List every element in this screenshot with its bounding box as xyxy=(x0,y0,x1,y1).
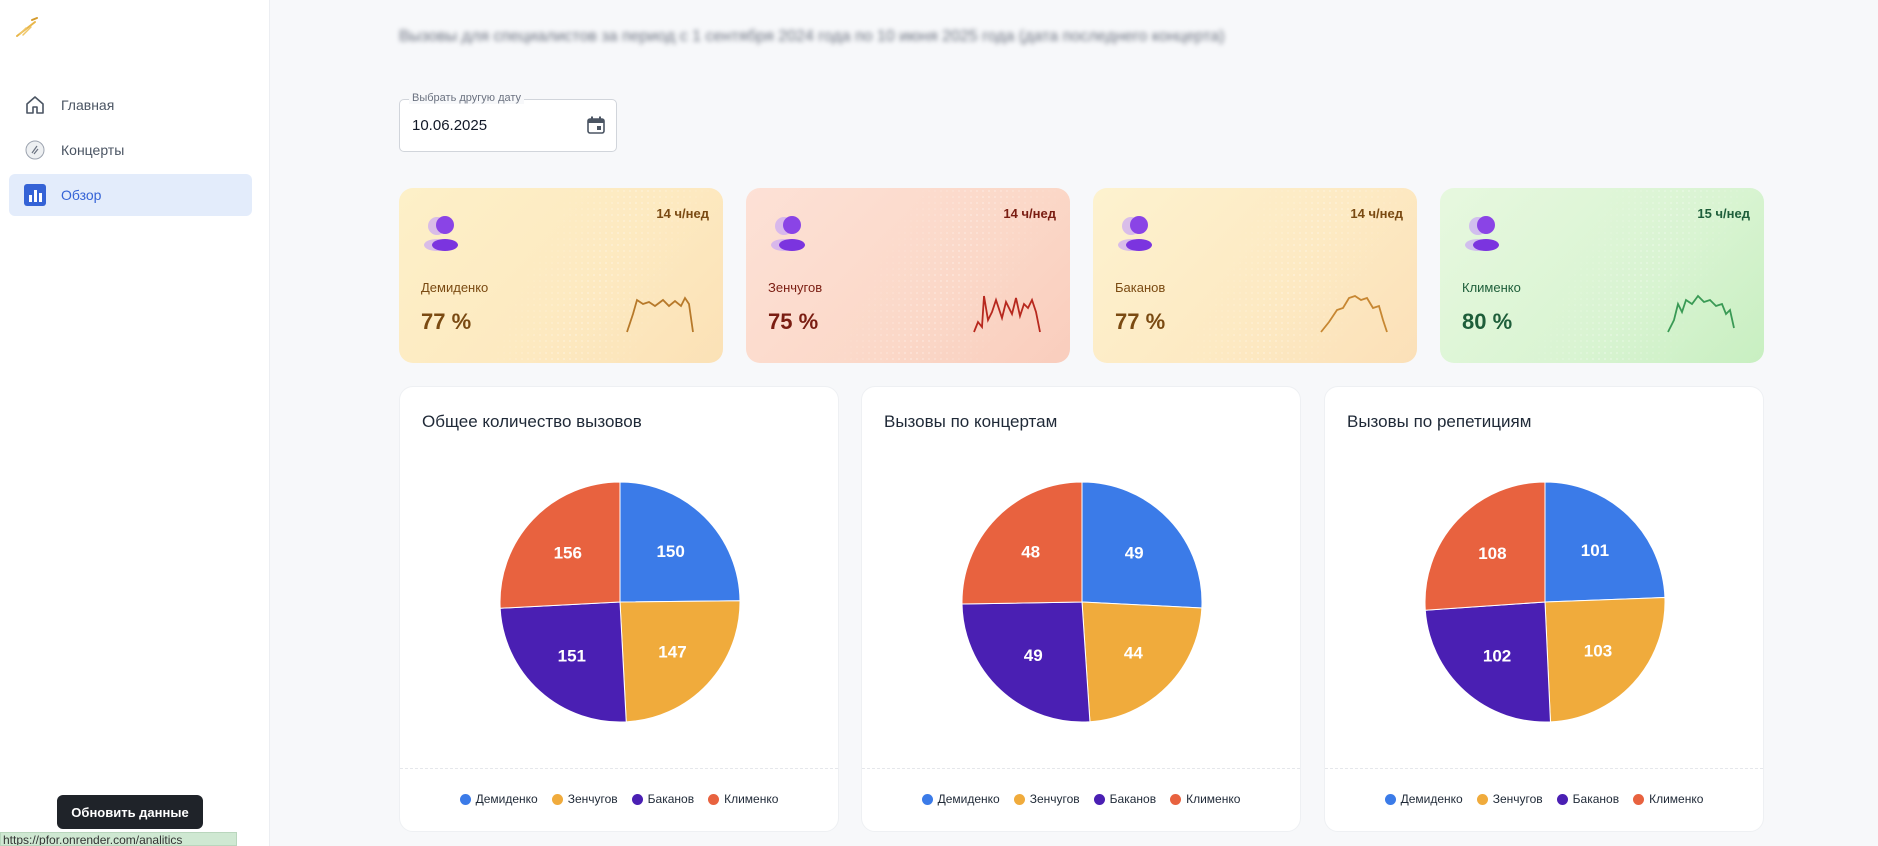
pie-slice-label: 48 xyxy=(1021,543,1040,562)
chart-legend: Демиденко Зенчугов Баканов Клименко xyxy=(400,792,838,806)
status-bar-url: https://pfor.onrender.com/analitics xyxy=(0,832,237,846)
legend-item[interactable]: Клименко xyxy=(1633,792,1703,806)
stat-value: 75 % xyxy=(768,309,819,334)
stat-hours: 14 ч/нед xyxy=(656,206,709,221)
pie-slice-label: 156 xyxy=(554,543,582,562)
legend-item[interactable]: Баканов xyxy=(631,792,694,806)
pie-chart: 49 44 49 48 xyxy=(961,481,1203,723)
pie-slice-label: 101 xyxy=(1581,541,1609,560)
chart-card-rehearsals: Вызовы по репетициям 101 103 102 108 Демиде… xyxy=(1324,386,1764,832)
stat-name: Клименко xyxy=(1462,280,1521,295)
bar-chart-icon xyxy=(23,183,47,207)
date-picker[interactable]: Выбрать другую дату 10.06.2025 xyxy=(399,92,617,152)
sidebar-item-home[interactable]: Главная xyxy=(9,84,252,126)
sparkline xyxy=(1667,294,1735,333)
user-avatar-icon xyxy=(1462,214,1502,252)
concert-icon xyxy=(23,138,47,162)
sidebar-item-overview[interactable]: Обзор xyxy=(9,174,252,216)
sidebar-item-label: Главная xyxy=(61,97,115,113)
pie-slice-label: 151 xyxy=(558,646,586,665)
date-picker-label: Выбрать другую дату xyxy=(409,92,525,104)
chart-card-total: Общее количество вызовов 150 147 151 156 Де… xyxy=(399,386,839,832)
calendar-icon[interactable] xyxy=(586,115,606,135)
chart-legend: Демиденко Зенчугов Баканов Клименко xyxy=(862,792,1300,806)
pie-slice-label: 147 xyxy=(658,642,686,661)
legend-item[interactable]: Клименко xyxy=(1170,792,1240,806)
sidebar-item-label: Концерты xyxy=(61,142,125,158)
chart-title: Вызовы по репетициям xyxy=(1347,412,1532,431)
pie-slice-label: 103 xyxy=(1584,642,1612,661)
legend-item[interactable]: Баканов xyxy=(1093,792,1156,806)
legend-item[interactable]: Зенчугов xyxy=(1013,792,1080,806)
chart-title: Вызовы по концертам xyxy=(884,412,1058,431)
sidebar-item-concerts[interactable]: Концерты xyxy=(9,129,252,171)
stat-hours: 14 ч/нед xyxy=(1350,206,1403,221)
stat-value: 77 % xyxy=(1115,309,1166,334)
sidebar-nav: Главная Концерты Обзор xyxy=(9,84,252,219)
pie-chart: 101 103 102 108 xyxy=(1424,481,1666,723)
pie-chart: 150 147 151 156 xyxy=(499,481,741,723)
stat-name: Зенчугов xyxy=(768,280,823,295)
user-avatar-icon xyxy=(768,214,808,252)
pie-slice-label: 150 xyxy=(656,542,684,561)
pie-slice-label: 108 xyxy=(1478,544,1506,563)
home-icon xyxy=(23,93,47,117)
sidebar-item-label: Обзор xyxy=(61,187,102,203)
chart-legend: Демиденко Зенчугов Баканов Клименко xyxy=(1325,792,1763,806)
sparkline xyxy=(973,295,1041,333)
page-subtitle: Вызовы для специалистов за период с 1 се… xyxy=(399,28,1225,45)
sparkline xyxy=(1320,295,1388,333)
stat-card-klimenko: 15 ч/нед Клименко 80 % xyxy=(1440,188,1764,363)
stat-hours: 14 ч/нед xyxy=(1003,206,1056,221)
chart-title: Общее количество вызовов xyxy=(422,412,642,431)
chart-card-concerts: Вызовы по концертам 49 44 49 48 Демиденко З… xyxy=(861,386,1301,832)
sidebar: Главная Концерты Обзор Обновить данные xyxy=(0,0,270,846)
stat-name: Баканов xyxy=(1115,280,1166,295)
pie-slice-label: 49 xyxy=(1024,646,1043,665)
user-avatar-icon xyxy=(421,214,461,252)
legend-item[interactable]: Зенчугов xyxy=(551,792,618,806)
stat-card-demidenko: 14 ч/нед Демиденко 77 % xyxy=(399,188,723,363)
stat-card-bakanov: 14 ч/нед Баканов 77 % xyxy=(1093,188,1417,363)
legend-item[interactable]: Зенчугов xyxy=(1476,792,1543,806)
legend-item[interactable]: Демиденко xyxy=(921,792,1000,806)
refresh-data-button[interactable]: Обновить данные xyxy=(57,795,203,829)
stat-value: 80 % xyxy=(1462,309,1513,334)
stat-card-zenchugov: 14 ч/нед Зенчугов 75 % xyxy=(746,188,1070,363)
legend-item[interactable]: Клименко xyxy=(708,792,778,806)
date-input[interactable]: 10.06.2025 xyxy=(412,117,487,134)
sparkline xyxy=(626,296,694,333)
logo-icon[interactable] xyxy=(14,16,40,40)
pie-slice-label: 49 xyxy=(1125,543,1144,562)
stat-value: 77 % xyxy=(421,309,472,334)
user-avatar-icon xyxy=(1115,214,1155,252)
stat-hours: 15 ч/нед xyxy=(1697,206,1750,221)
legend-item[interactable]: Демиденко xyxy=(459,792,538,806)
pie-slice-label: 102 xyxy=(1483,647,1511,666)
pie-slice-label: 44 xyxy=(1124,643,1143,662)
legend-item[interactable]: Баканов xyxy=(1556,792,1619,806)
legend-item[interactable]: Демиденко xyxy=(1384,792,1463,806)
stat-name: Демиденко xyxy=(421,280,489,295)
